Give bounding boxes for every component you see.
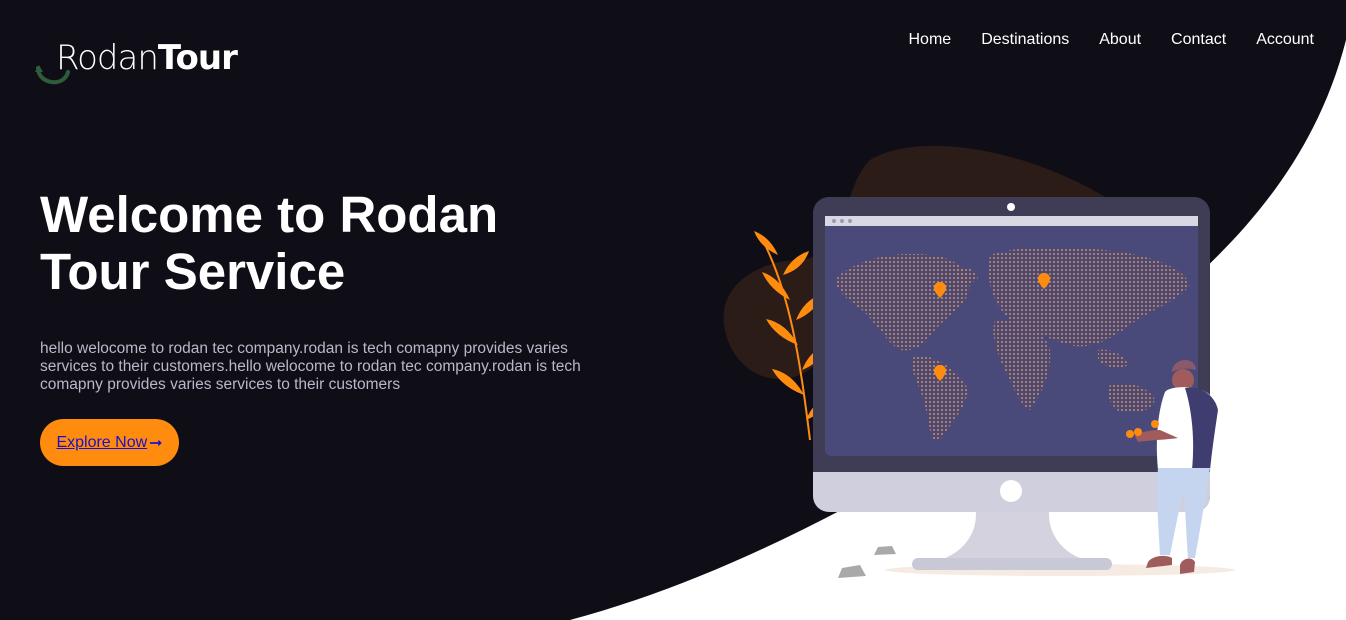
hero-illustration: [723, 145, 1235, 578]
